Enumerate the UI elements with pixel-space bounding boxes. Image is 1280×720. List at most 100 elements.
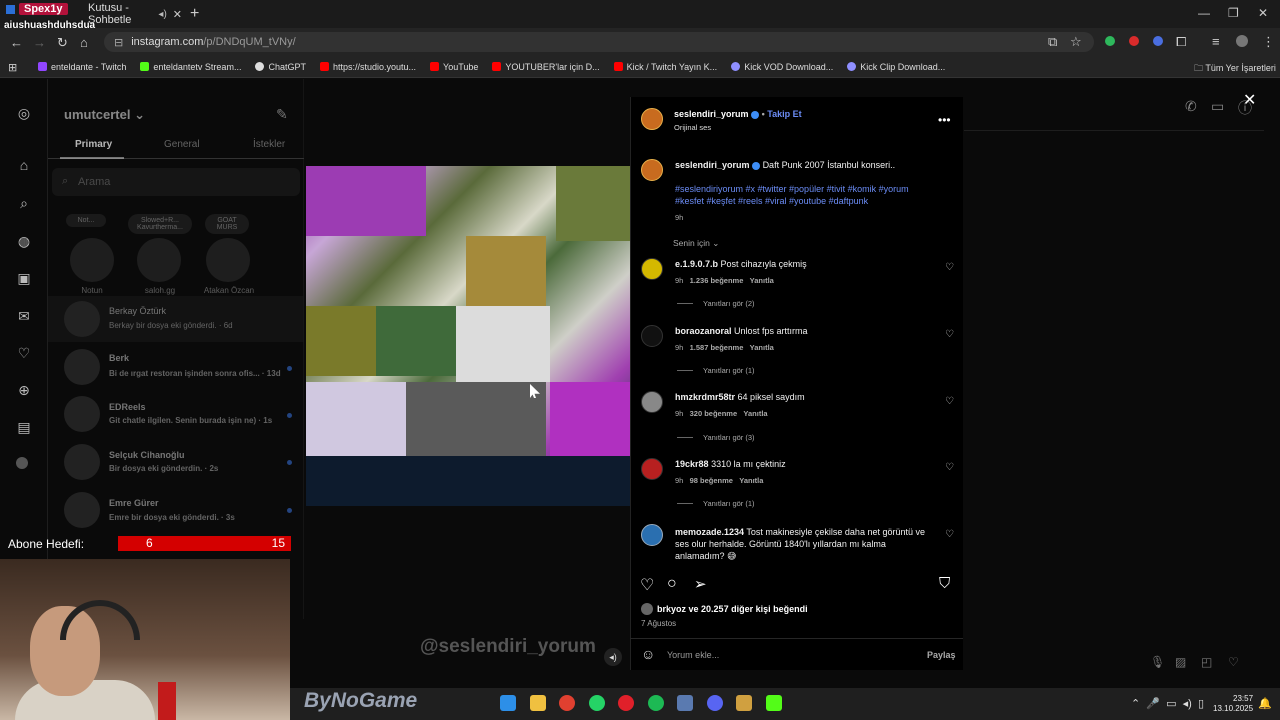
save-bookmark-icon[interactable]: ⛉ bbox=[939, 575, 950, 592]
discord-icon[interactable] bbox=[707, 695, 723, 711]
notifications-icon[interactable]: 🔔 bbox=[1258, 697, 1272, 710]
tab-search-icon[interactable]: ≡ bbox=[1212, 34, 1220, 49]
call-icon[interactable]: ✆ bbox=[1185, 98, 1197, 115]
chrome-icon[interactable] bbox=[559, 695, 575, 711]
home-nav-icon[interactable]: ⌂ bbox=[16, 157, 32, 173]
author-avatar[interactable] bbox=[641, 108, 663, 130]
apps-grid-icon[interactable]: ⊞ bbox=[8, 61, 17, 74]
notifications-nav-icon[interactable]: ♡ bbox=[16, 345, 32, 361]
bookmark-item[interactable]: Kick / Twitch Yayın K... bbox=[613, 62, 717, 72]
taskbar-clock[interactable]: 23:57 13.10.2025 bbox=[1213, 694, 1253, 714]
comment-sort-dropdown[interactable]: Senin için ⌄ bbox=[673, 238, 719, 249]
bookmark-item[interactable]: YOUTUBER'lar için D... bbox=[492, 62, 600, 72]
kick-icon[interactable] bbox=[766, 695, 782, 711]
view-replies-button[interactable]: Yanıtları gör (2) bbox=[677, 299, 755, 308]
close-window-button[interactable]: ✕ bbox=[1258, 6, 1268, 20]
instagram-logo-icon[interactable]: ◎ bbox=[16, 105, 32, 121]
bookmark-item[interactable]: enteldantetv Stream... bbox=[140, 62, 241, 72]
follow-button[interactable]: Takip Et bbox=[767, 109, 801, 119]
image-icon[interactable]: ▨ bbox=[1175, 655, 1186, 669]
all-bookmarks-folder[interactable]: 🗀 Tüm Yer İşaretleri bbox=[1194, 61, 1276, 77]
commenter-avatar[interactable] bbox=[641, 391, 663, 413]
commenter-avatar[interactable] bbox=[641, 524, 663, 546]
profile-nav-avatar[interactable] bbox=[16, 457, 28, 469]
spotify-icon[interactable] bbox=[648, 695, 664, 711]
note-avatar[interactable] bbox=[137, 238, 181, 282]
minimize-button[interactable]: — bbox=[1198, 6, 1210, 20]
post-hashtags[interactable]: #seslendiriyorum #x #twitter #popüler #t… bbox=[675, 183, 935, 207]
view-replies-button[interactable]: Yanıtları gör (3) bbox=[677, 433, 755, 442]
app-icon[interactable] bbox=[736, 695, 752, 711]
bookmark-star-icon[interactable]: ☆ bbox=[1070, 34, 1082, 50]
compose-icon[interactable]: ✎ bbox=[276, 106, 288, 123]
bookmark-item[interactable]: Kick VOD Download... bbox=[731, 62, 833, 72]
comment-like-icon[interactable]: ♡ bbox=[945, 529, 954, 540]
like-icon[interactable]: ♡ bbox=[640, 575, 654, 595]
forward-icon[interactable]: → bbox=[33, 35, 46, 50]
comment-input[interactable]: Yorum ekle... bbox=[667, 650, 719, 660]
bookmark-item[interactable]: Kick Clip Download... bbox=[847, 62, 945, 72]
file-explorer-icon[interactable] bbox=[530, 695, 546, 711]
author-avatar[interactable] bbox=[641, 159, 663, 181]
note-avatar[interactable] bbox=[70, 238, 114, 282]
mute-toggle-icon[interactable]: ◂) bbox=[604, 648, 622, 666]
url-field[interactable]: ⊟ instagram.com/p/DNDqUM_tVNy/ bbox=[104, 32, 1094, 52]
view-replies-button[interactable]: Yanıtları gör (1) bbox=[677, 366, 755, 375]
note-avatar[interactable] bbox=[206, 238, 250, 282]
home-icon[interactable]: ⌂ bbox=[80, 35, 88, 50]
dm-search-input[interactable]: ⌕ Arama bbox=[52, 168, 300, 196]
comment-like-icon[interactable]: ♡ bbox=[945, 262, 954, 273]
commenter-avatar[interactable] bbox=[641, 258, 663, 280]
network-tool-icon[interactable] bbox=[677, 695, 693, 711]
emoji-icon[interactable]: ☺ bbox=[641, 646, 655, 662]
install-app-icon[interactable]: ⧉ bbox=[1048, 34, 1057, 50]
sticker-icon[interactable]: ◰ bbox=[1201, 655, 1212, 669]
reload-icon[interactable]: ↻ bbox=[57, 35, 68, 51]
commenter-avatar[interactable] bbox=[641, 325, 663, 347]
new-tab-button[interactable]: + bbox=[190, 5, 199, 23]
explore-nav-icon[interactable]: ◍ bbox=[16, 233, 32, 249]
whatsapp-icon[interactable] bbox=[589, 695, 605, 711]
bookmark-item[interactable]: https://studio.youtu... bbox=[319, 62, 416, 72]
messages-nav-icon[interactable]: ✉ bbox=[16, 308, 32, 324]
back-icon[interactable]: ← bbox=[10, 35, 23, 50]
create-nav-icon[interactable]: ⊕ bbox=[16, 382, 32, 398]
tab-close-icon[interactable]: ✕ bbox=[173, 8, 182, 21]
video-call-icon[interactable]: ▭ bbox=[1211, 98, 1224, 115]
extension-shield-icon[interactable] bbox=[1105, 36, 1115, 46]
more-options-icon[interactable]: ••• bbox=[938, 113, 951, 127]
likes-summary[interactable]: brkyoz ve 20.257 diğer kişi beğendi bbox=[657, 604, 808, 614]
extension-opera-icon[interactable] bbox=[1129, 36, 1139, 46]
search-nav-icon[interactable]: ⌕ bbox=[16, 195, 32, 211]
comment-like-icon[interactable]: ♡ bbox=[945, 396, 954, 407]
site-info-icon[interactable]: ⊟ bbox=[114, 36, 123, 49]
mic-icon[interactable]: 🎙 bbox=[1150, 655, 1165, 669]
view-replies-button[interactable]: Yanıtları gör (1) bbox=[677, 499, 755, 508]
caption-author[interactable]: seslendiri_yorum bbox=[675, 160, 750, 170]
bookmark-item[interactable]: ChatGPT bbox=[255, 62, 306, 72]
share-icon[interactable]: ➢ bbox=[694, 575, 707, 593]
like-heart-icon[interactable]: ♡ bbox=[1228, 655, 1239, 669]
tab-requests[interactable]: İstekler bbox=[253, 139, 285, 150]
post-video[interactable] bbox=[306, 166, 630, 456]
reels-nav-icon[interactable]: ▣ bbox=[16, 270, 32, 286]
extension-blue-icon[interactable] bbox=[1153, 36, 1163, 46]
comment-like-icon[interactable]: ♡ bbox=[945, 462, 954, 473]
post-comment-button[interactable]: Paylaş bbox=[927, 650, 956, 660]
browser-tab[interactable]: Kutusu - Sohbetle ◂) ✕ bbox=[80, 2, 190, 26]
menu-kebab-icon[interactable]: ⋮ bbox=[1262, 34, 1275, 50]
comment-icon[interactable]: ○ bbox=[667, 575, 677, 593]
tab-general[interactable]: General bbox=[164, 139, 200, 150]
close-post-button[interactable]: ✕ bbox=[1243, 90, 1256, 110]
bookmark-item[interactable]: enteldante - Twitch bbox=[38, 62, 126, 72]
profile-avatar[interactable] bbox=[1236, 35, 1248, 47]
system-tray[interactable]: ⌃ 🎤 ▭ ◂) ▯ bbox=[1131, 697, 1204, 710]
dashboard-nav-icon[interactable]: ▤ bbox=[16, 419, 32, 435]
tab-primary[interactable]: Primary bbox=[75, 139, 112, 150]
author-name[interactable]: seslendiri_yorum bbox=[674, 109, 749, 119]
commenter-avatar[interactable] bbox=[641, 458, 663, 480]
extensions-puzzle-icon[interactable]: ⧠ bbox=[1176, 34, 1186, 50]
dm-account-switcher[interactable]: umutcertel ⌄ bbox=[64, 107, 145, 123]
start-menu-icon[interactable] bbox=[500, 695, 516, 711]
bookmark-item[interactable]: YouTube bbox=[430, 62, 478, 72]
